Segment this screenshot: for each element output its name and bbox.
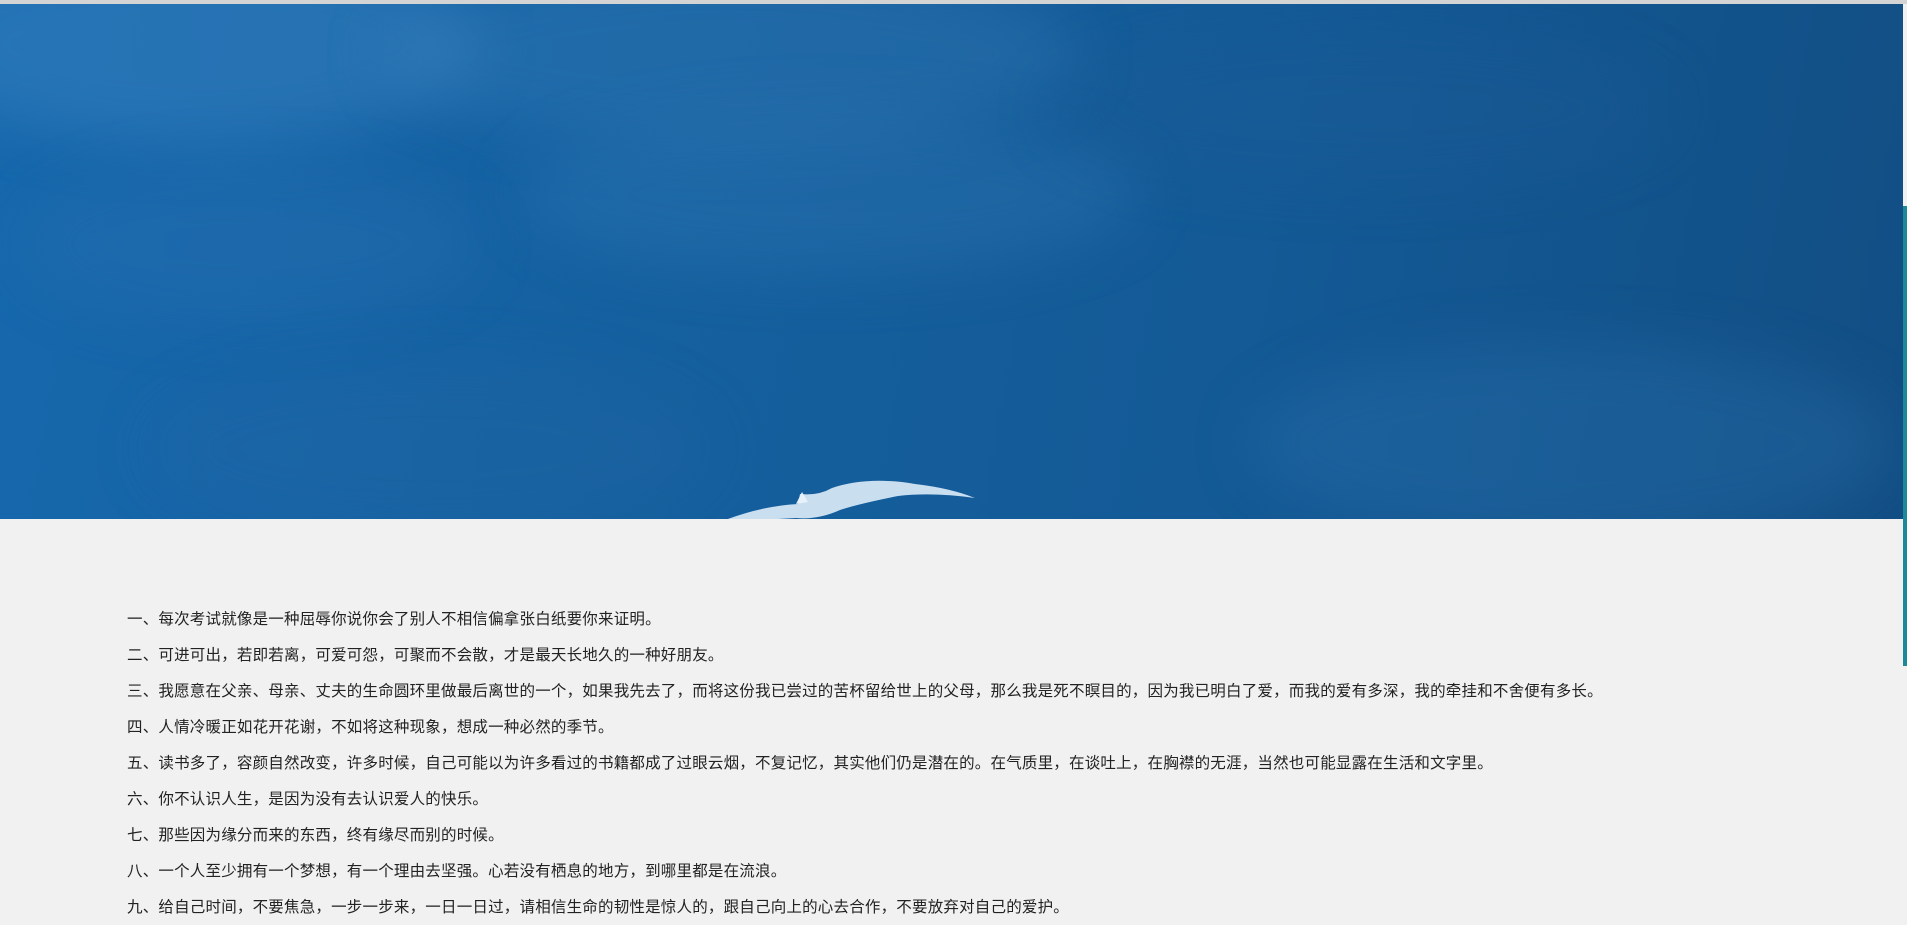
cloud-shape [20, 164, 480, 324]
seagull-icon [727, 480, 975, 519]
cloud-shape [1250, 344, 1890, 519]
cloud-shape [150, 364, 710, 519]
quote-list: 一、每次考试就像是一种屈辱你说你会了别人不相信偏拿张白纸要你来证明。 二、可进可… [127, 601, 1603, 925]
quote-item: 五、读书多了，容颜自然改变，许多时候，自己可能以为许多看过的书籍都成了过眼云烟，… [127, 754, 1493, 772]
quote-item: 七、那些因为缘分而来的东西，终有缘尽而别的时候。 [127, 826, 504, 844]
quote-item: 四、人情冷暖正如花开花谢，不如将这种现象，想成一种必然的季节。 [127, 718, 614, 736]
cloud-shape [520, 114, 1140, 274]
quote-item: 六、你不认识人生，是因为没有去认识爱人的快乐。 [127, 790, 489, 808]
hero-banner-image [0, 4, 1903, 519]
scrollbar-thumb[interactable] [1903, 206, 1907, 666]
cloud-shape [1050, 34, 1670, 184]
quotes-section: 一、每次考试就像是一种屈辱你说你会了别人不相信偏拿张白纸要你来证明。 二、可进可… [0, 519, 1903, 918]
quote-item: 二、可进可出，若即若离，可爱可怨，可聚而不会散，才是最天长地久的一种好朋友。 [127, 646, 724, 664]
quote-item: 一、每次考试就像是一种屈辱你说你会了别人不相信偏拿张白纸要你来证明。 [127, 610, 661, 628]
quote-item: 八、一个人至少拥有一个梦想，有一个理由去坚强。心若没有栖息的地方，到哪里都是在流… [127, 862, 787, 880]
quote-item: 九、给自己时间，不要焦急，一步一步来，一日一日过，请相信生命的韧性是惊人的，跟自… [127, 898, 1070, 916]
quote-item: 三、我愿意在父亲、母亲、丈夫的生命圆环里做最后离世的一个，如果我先去了，而将这份… [127, 682, 1603, 700]
